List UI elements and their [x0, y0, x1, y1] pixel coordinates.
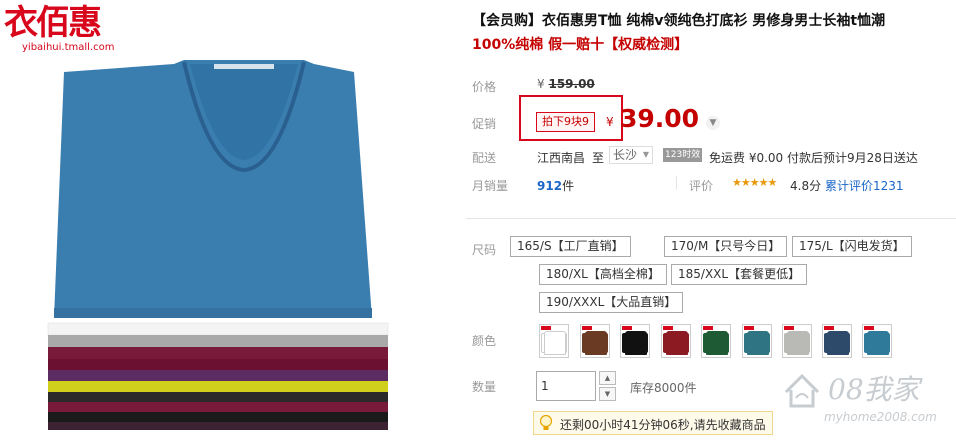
shirt-icon: [827, 331, 849, 355]
swatch-tag: [582, 326, 592, 330]
monthly-sales: 912件: [537, 177, 574, 194]
size-option[interactable]: 180/XL【高档全棉】: [539, 264, 667, 285]
swatch-tag: [622, 326, 632, 330]
shipping-info: 免运费 ¥0.00 付款后预计9月28日送达: [709, 151, 918, 165]
swatch-tag: [663, 326, 673, 330]
promo-label: 促销: [472, 117, 497, 131]
color-label: 颜色: [472, 334, 497, 348]
watermark: 08我家 myhome2008.com: [780, 364, 950, 439]
lightbulb-icon: [538, 414, 554, 432]
shirt-icon: [544, 331, 566, 355]
store-logo[interactable]: 衣佰惠 yibaihui.tmall.com: [4, 4, 128, 54]
price-label: 价格: [472, 80, 497, 94]
quantity-label: 数量: [472, 380, 497, 394]
store-logo-url: yibaihui.tmall.com: [22, 42, 115, 53]
monthly-sales-count: 912: [537, 179, 563, 193]
swatch-tag: [744, 326, 754, 330]
color-swatch[interactable]: [782, 324, 812, 358]
size-label: 尺码: [472, 243, 497, 257]
quantity-input[interactable]: [536, 371, 596, 401]
promo-currency: ¥: [606, 115, 614, 129]
color-swatch[interactable]: [620, 324, 650, 358]
color-swatch[interactable]: [862, 324, 892, 358]
chevron-down-icon: ▼: [642, 150, 649, 159]
shirt-icon: [666, 331, 688, 355]
promo-tag: 拍下9块9: [536, 112, 595, 132]
divider: [466, 218, 956, 219]
swatch-tag: [864, 326, 874, 330]
original-price-value: 159.00: [548, 77, 595, 91]
shipping-to-label: 至: [592, 151, 605, 165]
shipping-origin: 江西南昌: [537, 151, 586, 165]
swatch-tag: [541, 326, 551, 330]
size-option[interactable]: 165/S【工厂直销】: [510, 236, 631, 257]
product-image[interactable]: [34, 58, 394, 430]
size-option[interactable]: 170/M【只号今日】: [664, 236, 788, 257]
shirt-icon: [585, 331, 607, 355]
rating-score: 4.8分: [790, 179, 822, 193]
delivery-badge-text: 时效: [682, 150, 701, 160]
product-title[interactable]: 【会员购】衣佰惠男T恤 纯棉v领纯色打底衫 男修身男士长袖t恤潮: [472, 10, 942, 32]
delivery-time-badge: 123时效: [663, 148, 703, 162]
stock-info: 库存8000件: [630, 381, 697, 395]
house-icon: [784, 373, 820, 408]
delivery-badge-number: 123: [665, 150, 683, 160]
color-swatch[interactable]: [822, 324, 852, 358]
shirt-icon: [747, 331, 769, 355]
shipping-label: 配送: [472, 151, 497, 165]
shirt-icon: [867, 331, 889, 355]
folded-shirts-illustration: [47, 60, 389, 430]
swatch-tag: [824, 326, 834, 330]
divider: [676, 176, 677, 190]
color-swatch[interactable]: [701, 324, 731, 358]
promo-price: 39.00: [620, 104, 700, 133]
total-reviews-link[interactable]: 累计评价1231: [825, 177, 904, 194]
size-option[interactable]: 185/XXL【套餐更低】: [671, 264, 808, 285]
size-option[interactable]: 175/L【闪电发货】: [792, 236, 912, 257]
color-swatch[interactable]: [580, 324, 610, 358]
product-subtitle: 100%纯棉 假一赔十【权威检测】: [472, 37, 689, 53]
chevron-down-icon[interactable]: ▼: [706, 116, 720, 130]
watermark-logo: 08我家: [828, 373, 920, 406]
quantity-decrease-button[interactable]: ▼: [599, 387, 616, 401]
shirt-icon: [625, 331, 647, 355]
color-swatch[interactable]: [742, 324, 772, 358]
monthly-sales-label: 月销量: [472, 179, 509, 193]
countdown-text: 还剩00小时41分钟06秒,请先收藏商品: [560, 418, 766, 432]
destination-city-select[interactable]: 长沙 ▼: [609, 146, 653, 164]
color-swatch[interactable]: [539, 324, 569, 358]
original-price-currency: ¥: [537, 77, 545, 91]
rating-label: 评价: [689, 179, 714, 193]
watermark-url: myhome2008.com: [824, 410, 937, 424]
rating-stars-icon: ★★★★★: [732, 176, 777, 189]
shirt-icon: [706, 331, 728, 355]
color-swatch[interactable]: [661, 324, 691, 358]
swatch-tag: [703, 326, 713, 330]
store-logo-text: 衣佰惠: [4, 3, 102, 43]
shirt-icon: [787, 331, 809, 355]
quantity-increase-button[interactable]: ▲: [599, 371, 616, 385]
destination-city-value: 长沙: [613, 148, 638, 162]
size-option[interactable]: 190/XXXL【大品直销】: [539, 292, 684, 313]
monthly-sales-unit: 件: [562, 179, 575, 193]
original-price: ¥ 159.00: [537, 77, 595, 91]
swatch-tag: [784, 326, 794, 330]
